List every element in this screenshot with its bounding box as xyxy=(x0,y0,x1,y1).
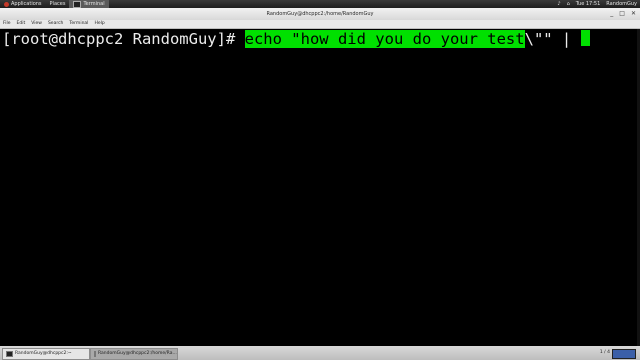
workspace-indicator: 1 / 4 xyxy=(599,350,610,355)
command-line: [root@dhcppc2 RandomGuy]# echo "how did … xyxy=(2,29,590,49)
applications-label: Applications xyxy=(11,1,42,7)
places-label: Places xyxy=(49,1,66,7)
user-menu[interactable]: RandomGuy xyxy=(603,0,640,8)
window-title: RandomGuy@dhcppc2:/home/RandomGuy xyxy=(266,11,374,17)
task-label: RandomGuy@dhcppc2:~ xyxy=(15,351,72,356)
selected-text: echo "how did you do your test xyxy=(244,30,525,48)
taskbar-task-1[interactable]: RandomGuy@dhcppc2:~ xyxy=(2,348,90,360)
text-cursor xyxy=(580,30,590,46)
workspace-switcher[interactable] xyxy=(612,349,636,359)
clock[interactable]: Tue 17:51 xyxy=(573,0,604,8)
network-icon[interactable]: ⌂ xyxy=(564,0,573,8)
terminal-launcher-label: Terminal xyxy=(83,1,105,7)
menu-help[interactable]: Help xyxy=(91,20,107,28)
terminal-icon xyxy=(6,351,13,357)
applications-icon xyxy=(4,1,9,7)
places-menu[interactable]: Places xyxy=(46,0,70,8)
close-icon[interactable]: ✕ xyxy=(631,8,636,20)
terminal-area[interactable]: [root@dhcppc2 RandomGuy]# echo "how did … xyxy=(0,29,640,346)
terminal-icon xyxy=(94,351,96,357)
menu-terminal[interactable]: Terminal xyxy=(66,20,91,28)
bottom-panel: RandomGuy@dhcppc2:~ RandomGuy@dhcppc2:/h… xyxy=(0,346,640,360)
menu-edit[interactable]: Edit xyxy=(14,20,29,28)
prompt: [root@dhcppc2 RandomGuy]# xyxy=(2,30,245,48)
applications-menu[interactable]: Applications xyxy=(0,0,46,8)
terminal-icon xyxy=(73,0,82,8)
minimize-icon[interactable]: _ xyxy=(610,8,613,20)
window-titlebar[interactable]: RandomGuy@dhcppc2:/home/RandomGuy _ □ ✕ xyxy=(0,8,640,20)
terminal-launcher[interactable]: Terminal xyxy=(69,0,109,8)
volume-icon[interactable]: ♪ xyxy=(554,0,563,8)
menu-bar: File Edit View Search Terminal Help xyxy=(0,20,640,29)
top-panel: Applications Places Terminal ♪ ⌂ Tue 17:… xyxy=(0,0,640,8)
task-label: RandomGuy@dhcppc2:/home/Ra... xyxy=(98,351,177,356)
menu-search[interactable]: Search xyxy=(45,20,66,28)
menu-file[interactable]: File xyxy=(0,20,14,28)
menu-view[interactable]: View xyxy=(28,20,45,28)
taskbar-task-2[interactable]: RandomGuy@dhcppc2:/home/Ra... xyxy=(90,348,178,360)
maximize-icon[interactable]: □ xyxy=(619,8,625,20)
command-rest: \"" | xyxy=(524,30,581,48)
